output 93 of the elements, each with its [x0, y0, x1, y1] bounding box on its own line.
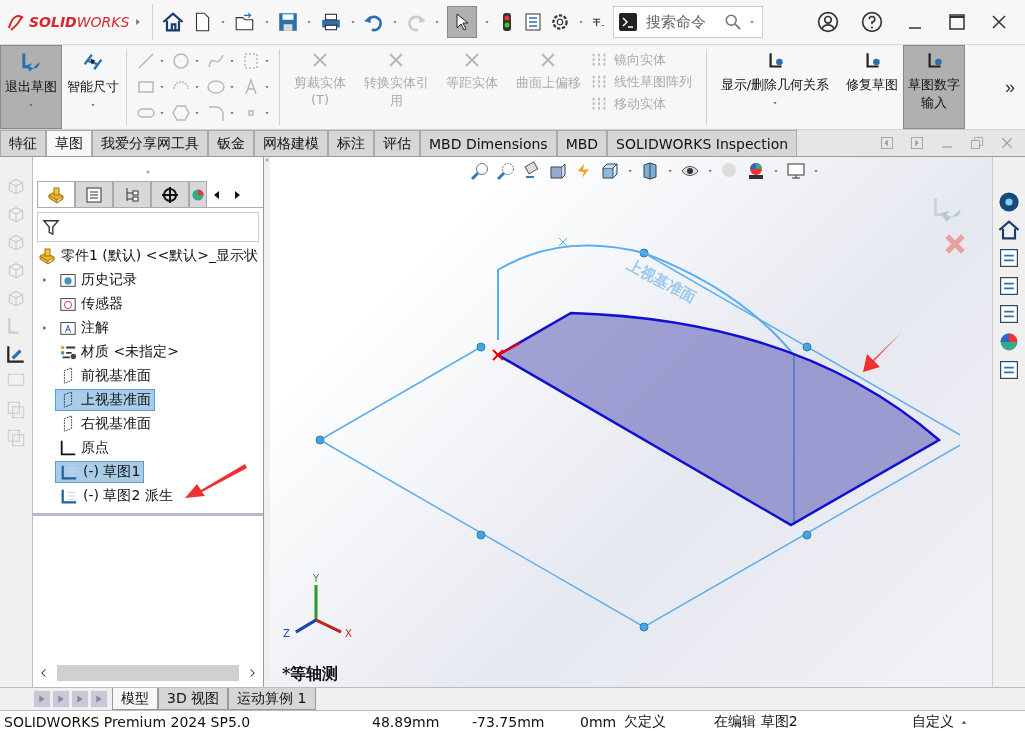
tree-item[interactable]: 上视基准面 — [55, 389, 155, 411]
ribbon-button[interactable]: 智能尺寸 — [62, 45, 124, 129]
triad-drawing — [294, 583, 343, 634]
ribbon-button[interactable]: 显示/删除几何关系 — [709, 45, 841, 129]
folder-gauge-icon — [59, 295, 77, 313]
tree-item[interactable]: (-) 草图2 派生 — [55, 485, 177, 507]
tree-item[interactable]: (-) 草图1 — [55, 461, 145, 483]
feature-tree-tab[interactable] — [37, 181, 75, 207]
model-view-tab[interactable]: 模型 — [112, 688, 158, 710]
display-style-icon[interactable] — [640, 161, 660, 181]
y-coordinate: -73.75mm — [471, 713, 546, 730]
section-view-icon[interactable] — [548, 161, 568, 181]
search-icon — [724, 13, 742, 31]
property-tab[interactable] — [75, 181, 113, 207]
axis-label: Z — [283, 628, 290, 639]
list-icon — [84, 184, 104, 205]
ribbon-tab[interactable]: MBD Dimensions — [420, 130, 557, 156]
ribbon-button[interactable]: 退出草图 — [0, 45, 62, 129]
zoom-area-icon[interactable] — [496, 161, 516, 181]
ribbon-tab[interactable]: 我爱分享网工具 — [92, 130, 208, 156]
home-icon[interactable] — [161, 10, 185, 34]
tile-right-icon[interactable] — [909, 135, 925, 151]
ribbon-button[interactable]: 草图数字输入 — [903, 45, 965, 129]
ribbon-tab[interactable]: 钣金 — [208, 130, 254, 156]
product-name: SOLIDWORKS Premium 2024 SP5.0 — [3, 713, 252, 730]
user-icon[interactable] — [817, 11, 839, 33]
ribbon-tab[interactable]: 标注 — [328, 130, 374, 156]
tree-item[interactable]: 传感器 — [55, 293, 127, 315]
home-icon[interactable] — [997, 218, 1021, 242]
material-icon — [59, 343, 77, 361]
crosshair-icon — [160, 184, 180, 205]
filter-field[interactable] — [37, 212, 259, 242]
editing-status: 在编辑 草图2 — [713, 712, 799, 731]
part-icon — [37, 246, 57, 266]
scene-icon[interactable] — [746, 161, 766, 181]
search-field[interactable]: 搜索命令 — [644, 12, 718, 32]
ribbon-button[interactable]: 修复草图 — [841, 45, 903, 129]
tree-item[interactable]: 零件1 (默认) <<默认>_显示状 — [61, 247, 258, 265]
printer-icon[interactable] — [319, 11, 343, 33]
ribbon-tab[interactable]: 草图 — [46, 130, 92, 156]
tree-item[interactable]: 历史记录 — [55, 269, 141, 291]
z-coordinate: 0mm — [579, 713, 618, 730]
tree-item[interactable]: 右视基准面 — [55, 413, 155, 435]
sketch-icon — [59, 487, 79, 505]
folder-letter-icon — [59, 319, 77, 337]
ribbon-tab[interactable]: 网格建模 — [254, 130, 328, 156]
view-orientation-label: *等轴测 — [282, 664, 339, 685]
tile-left-icon[interactable] — [879, 135, 895, 151]
ellipse-icon[interactable] — [205, 77, 227, 97]
logo-text: SOLIDWORKS — [29, 14, 130, 30]
help-icon[interactable] — [861, 11, 883, 33]
scrollbar-thumb[interactable] — [57, 665, 239, 681]
tree-item[interactable]: 注解 — [55, 317, 113, 339]
command-bar[interactable]: 搜索命令 — [613, 6, 763, 38]
origin-icon — [492, 342, 521, 361]
plane-label: 上视基准面 — [624, 255, 699, 307]
globe-icon[interactable] — [997, 190, 1021, 214]
ribbon-tab[interactable]: SOLIDWORKS Inspection — [607, 130, 798, 156]
part-icon — [46, 184, 66, 205]
annotation-arrow — [863, 333, 901, 372]
tree-item[interactable]: 材质 <未指定> — [55, 341, 183, 363]
folder-clock-icon — [59, 271, 77, 289]
ribbon-tab[interactable]: 评估 — [374, 130, 420, 156]
terminal-icon — [618, 12, 638, 32]
ds-logo-icon — [6, 12, 26, 32]
sketch-state: 欠定义 — [623, 712, 668, 731]
polygon-icon[interactable] — [170, 103, 192, 123]
model-view-tab[interactable]: 3D 视图 — [158, 688, 229, 710]
restore-icon[interactable] — [969, 135, 985, 151]
maximize-icon[interactable] — [947, 12, 967, 32]
view-orientation-icon[interactable] — [600, 161, 620, 181]
axis-label: X — [345, 628, 352, 639]
tree-item[interactable]: 前视基准面 — [55, 365, 155, 387]
save-icon[interactable] — [277, 11, 299, 33]
ribbon-tab[interactable]: MBD — [556, 130, 608, 156]
filter-icon — [42, 217, 60, 237]
monitor-icon[interactable] — [786, 161, 806, 181]
dimxpert-tab[interactable] — [151, 181, 189, 207]
axis-label: Y — [313, 573, 320, 584]
list-icon[interactable] — [997, 358, 1021, 382]
x-coordinate: 48.89mm — [371, 713, 441, 730]
circle-icon[interactable] — [170, 51, 192, 71]
zoom-fit-icon[interactable] — [470, 161, 490, 181]
sketch-icon — [59, 463, 79, 481]
repair-wrench-icon[interactable] — [5, 343, 27, 365]
splitter-handle-icon[interactable] — [264, 157, 270, 163]
more-button[interactable]: » — [995, 45, 1025, 129]
model-view-tab[interactable]: 运动算例 1 — [228, 688, 316, 710]
units-button[interactable]: 自定义 — [908, 712, 959, 731]
origin-axes-icon — [59, 439, 77, 457]
settings-icon[interactable] — [549, 11, 571, 33]
tree-item[interactable]: 原点 — [55, 437, 113, 459]
ribbon-tab[interactable]: 特征 — [0, 130, 46, 156]
